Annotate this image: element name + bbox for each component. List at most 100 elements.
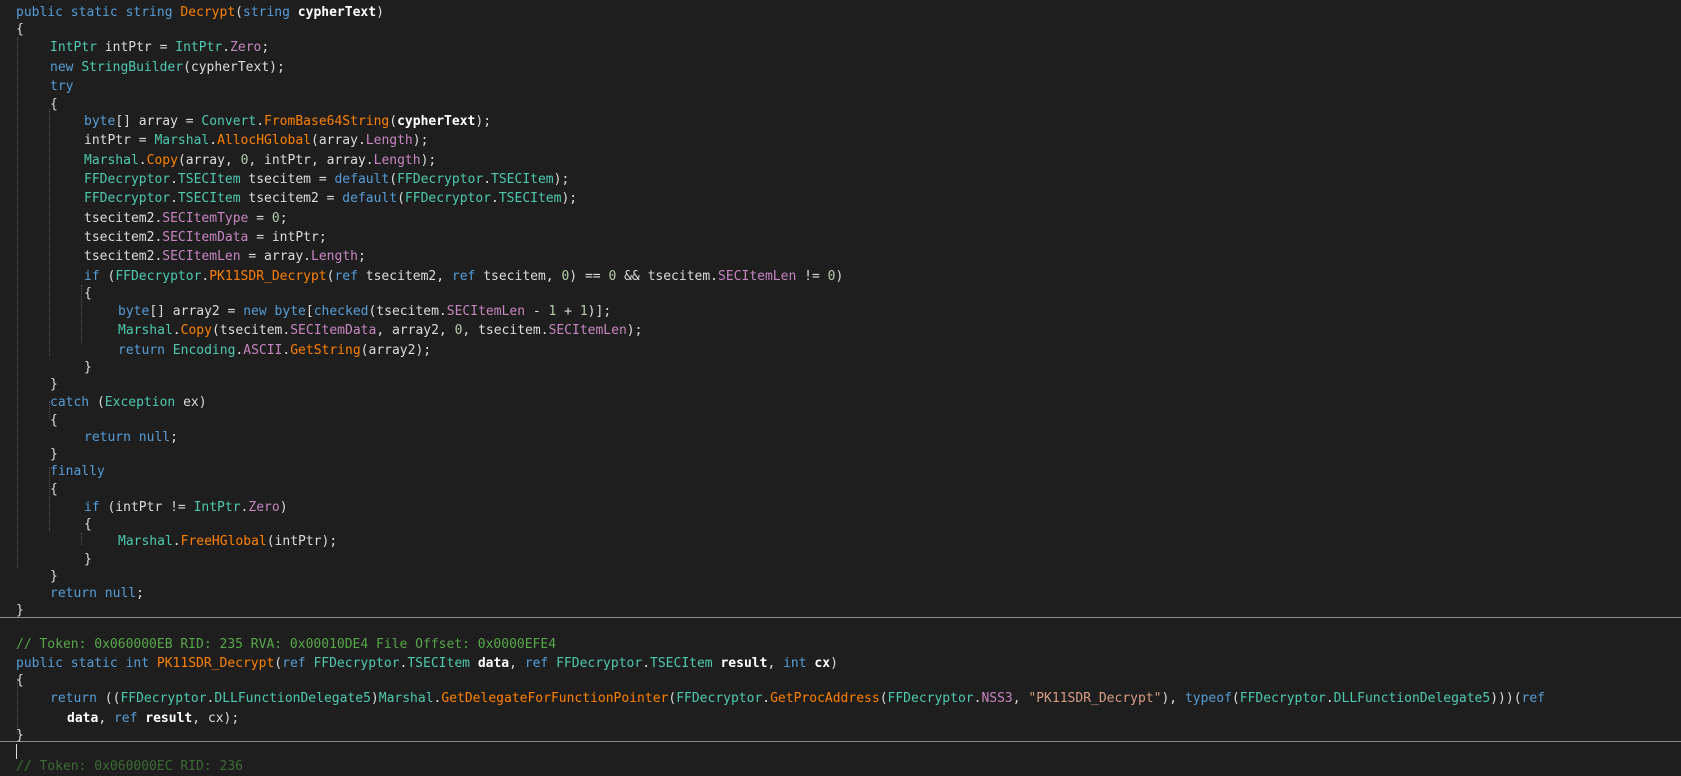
code-token: + (556, 304, 580, 319)
code-token: ) (279, 500, 288, 515)
code-line[interactable]: { (16, 20, 24, 39)
indent-guide (81, 285, 82, 343)
code-token: public static string (16, 5, 181, 20)
code-line[interactable]: } (50, 375, 58, 394)
code-line[interactable]: if (FFDecryptor.PK11SDR_Decrypt(ref tsec… (84, 267, 843, 286)
code-token: , intPtr, array. (248, 153, 374, 168)
code-token: ); (412, 133, 429, 148)
code-line[interactable]: FFDecryptor.TSECItem tsecitem2 = default… (84, 189, 577, 208)
code-token: [] array = (115, 114, 202, 129)
code-line[interactable]: data, ref result, cx); (67, 709, 239, 728)
code-line[interactable]: { (50, 480, 58, 499)
code-token: } (50, 447, 58, 462)
code-token: tsecitem2. (84, 211, 163, 226)
code-token: return (50, 691, 105, 706)
code-token: Marshal (154, 133, 210, 148)
indent-guide (49, 109, 50, 356)
code-line[interactable]: Marshal.FreeHGlobal(intPtr); (118, 532, 337, 551)
code-token: ex) (175, 395, 207, 410)
code-token: ref (451, 269, 484, 284)
code-editor[interactable]: public static string Decrypt ( string cyph… (0, 0, 1681, 774)
code-line[interactable]: } (16, 601, 24, 620)
code-token: ); (475, 114, 492, 129)
code-token: TSECItem (177, 172, 241, 187)
code-token: && tsecitem. (616, 269, 719, 284)
code-token: { (50, 482, 58, 497)
code-token: FFDecryptor (1239, 691, 1326, 706)
code-line[interactable]: { (84, 284, 92, 303)
code-line[interactable]: { (50, 411, 58, 430)
code-line[interactable]: { (16, 671, 24, 690)
code-token: SECItemLen (548, 323, 627, 338)
code-token: ); (626, 323, 643, 338)
code-token: ( (668, 691, 677, 706)
code-token: Length (311, 249, 358, 264)
code-token: (cypherText); (183, 60, 285, 75)
code-line[interactable]: Marshal.Copy(array, 0, intPtr, array.Len… (84, 151, 436, 170)
code-line[interactable]: tsecitem2.SECItemType = 0; (84, 209, 288, 228)
code-line[interactable]: public static int PK11SDR_Decrypt(ref FF… (16, 654, 838, 673)
code-token: . (642, 656, 651, 671)
code-token: Zero (230, 40, 262, 55)
code-token: public static int (16, 656, 157, 671)
code-line[interactable]: IntPtr intPtr = IntPtr.Zero; (50, 38, 269, 57)
code-token: ); (420, 153, 437, 168)
code-line[interactable]: new StringBuilder(cypherText); (50, 58, 285, 77)
code-line[interactable]: FFDecryptor.TSECItem tsecitem = default(… (84, 170, 569, 189)
code-token: } (16, 603, 24, 618)
code-line[interactable]: catch (Exception ex) (50, 393, 207, 412)
code-line[interactable]: tsecitem2.SECItemLen = array.Length; (84, 247, 366, 266)
code-line[interactable]: try (50, 77, 73, 96)
code-token: ; (357, 249, 366, 264)
code-token: Exception (104, 395, 176, 410)
code-token: Marshal (84, 153, 139, 168)
code-token: GetProcAddress (770, 691, 880, 706)
code-line[interactable]: return Encoding.ASCII.GetString(array2); (118, 341, 431, 360)
code-token: GetString (290, 343, 361, 358)
code-token: tsecitem = (240, 172, 335, 187)
code-token: FFDecryptor (84, 191, 171, 206)
code-token: ref (113, 711, 146, 726)
code-token: cx (814, 656, 831, 671)
code-token: , (767, 656, 784, 671)
code-line[interactable]: return ((FFDecryptor.DLLFunctionDelegate… (50, 689, 1545, 708)
code-token: return null (84, 430, 171, 445)
code-line[interactable]: // Token: 0x060000EC RID: 236 (16, 757, 243, 776)
code-line[interactable]: return null; (50, 584, 144, 603)
code-token: string (243, 5, 298, 20)
code-token: TSECItem (650, 656, 713, 671)
code-token: Marshal (118, 323, 173, 338)
code-token: result (720, 656, 768, 671)
code-token: ) == (569, 269, 609, 284)
code-token: { (16, 22, 24, 37)
code-token: } (16, 728, 24, 743)
code-line[interactable]: { (50, 95, 58, 114)
code-line[interactable]: byte[] array = Convert.FromBase64String(… (84, 112, 491, 131)
code-token: ), (1161, 691, 1185, 706)
code-token: ( (389, 172, 398, 187)
code-token: FFDecryptor (887, 691, 974, 706)
code-line[interactable]: if (intPtr != IntPtr.Zero) (84, 498, 288, 517)
code-token: Decrypt (180, 5, 236, 20)
code-line[interactable]: byte[] array2 = new byte[checked(tsecite… (118, 302, 611, 321)
code-token: - (525, 304, 549, 319)
code-line[interactable]: public static string Decrypt(string cyph… (16, 3, 384, 22)
code-line[interactable]: { (84, 515, 92, 534)
code-token: FFDecryptor (676, 691, 763, 706)
code-token: Marshal (378, 691, 434, 706)
code-line[interactable]: // Token: 0x060000EB RID: 235 RVA: 0x000… (16, 635, 556, 654)
code-line[interactable]: return null; (84, 428, 178, 447)
code-line[interactable]: tsecitem2.SECItemData = intPtr; (84, 228, 327, 247)
code-line[interactable]: intPtr = Marshal.AllocHGlobal(array.Leng… (84, 131, 428, 150)
code-line[interactable]: finally (50, 462, 105, 481)
code-token: checked (313, 304, 369, 319)
code-token: (array, (177, 153, 241, 168)
code-line[interactable]: } (16, 726, 24, 745)
code-line[interactable]: Marshal.Copy(tsecitem.SECItemData, array… (118, 321, 642, 340)
code-token: , cx); (192, 711, 240, 726)
code-line[interactable]: } (84, 358, 92, 377)
code-token: cypherText (397, 114, 476, 129)
code-line[interactable]: } (84, 550, 92, 569)
code-token: try (50, 79, 74, 94)
code-token: Zero (248, 500, 280, 515)
